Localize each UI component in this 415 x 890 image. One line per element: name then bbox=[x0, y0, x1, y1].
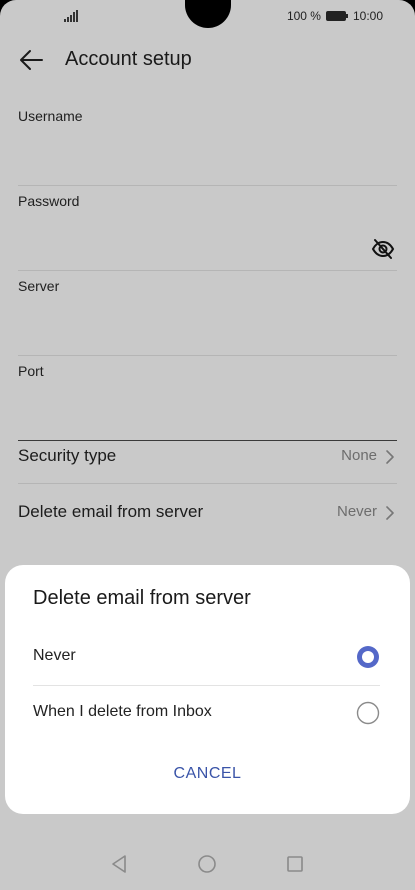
password-field[interactable]: Password bbox=[18, 185, 397, 271]
option-label: When I delete from Inbox bbox=[33, 703, 212, 720]
security-type-value: None bbox=[341, 447, 377, 464]
server-label: Server bbox=[18, 278, 60, 294]
password-label: Password bbox=[18, 193, 80, 209]
eye-off-icon[interactable] bbox=[371, 237, 395, 261]
home-circle-icon[interactable] bbox=[196, 853, 218, 875]
chevron-right-icon bbox=[386, 450, 394, 464]
option-never[interactable]: Never bbox=[33, 629, 380, 686]
delete-email-row[interactable]: Delete email from server Never bbox=[18, 484, 397, 539]
port-label: Port bbox=[18, 363, 44, 379]
radio-selected-icon[interactable] bbox=[356, 645, 380, 669]
clock: 10:00 bbox=[352, 9, 383, 23]
option-label: Never bbox=[33, 647, 76, 664]
screen: 100 % 10:00 Account setup Username Passw… bbox=[0, 0, 415, 890]
username-label: Username bbox=[18, 108, 83, 124]
status-right: 100 % 10:00 bbox=[287, 9, 383, 23]
signal-icon bbox=[64, 10, 78, 22]
back-triangle-icon[interactable] bbox=[108, 853, 130, 875]
server-field[interactable]: Server bbox=[18, 270, 397, 356]
security-type-label: Security type bbox=[18, 446, 117, 465]
chevron-right-icon bbox=[386, 506, 394, 520]
battery-percent: 100 % bbox=[286, 9, 321, 23]
security-type-row[interactable]: Security type None bbox=[18, 428, 397, 484]
radio-unselected-icon[interactable] bbox=[356, 701, 380, 725]
username-field[interactable]: Username bbox=[18, 100, 397, 186]
dialog-title: Delete email from server bbox=[33, 587, 251, 609]
app-header: Account setup bbox=[0, 38, 415, 82]
delete-email-value: Never bbox=[336, 503, 377, 520]
cancel-button[interactable]: CANCEL bbox=[5, 765, 410, 783]
battery-icon bbox=[325, 11, 348, 21]
recents-square-icon[interactable] bbox=[284, 853, 306, 875]
back-arrow-icon[interactable] bbox=[18, 48, 44, 72]
status-bar: 100 % 10:00 bbox=[0, 0, 415, 32]
page-title: Account setup bbox=[65, 48, 192, 70]
navigation-bar bbox=[0, 838, 415, 890]
delete-email-label: Delete email from server bbox=[18, 502, 204, 521]
delete-email-dialog: Delete email from server Never When I de… bbox=[5, 565, 410, 814]
option-when-delete-from-inbox[interactable]: When I delete from Inbox bbox=[33, 685, 380, 741]
